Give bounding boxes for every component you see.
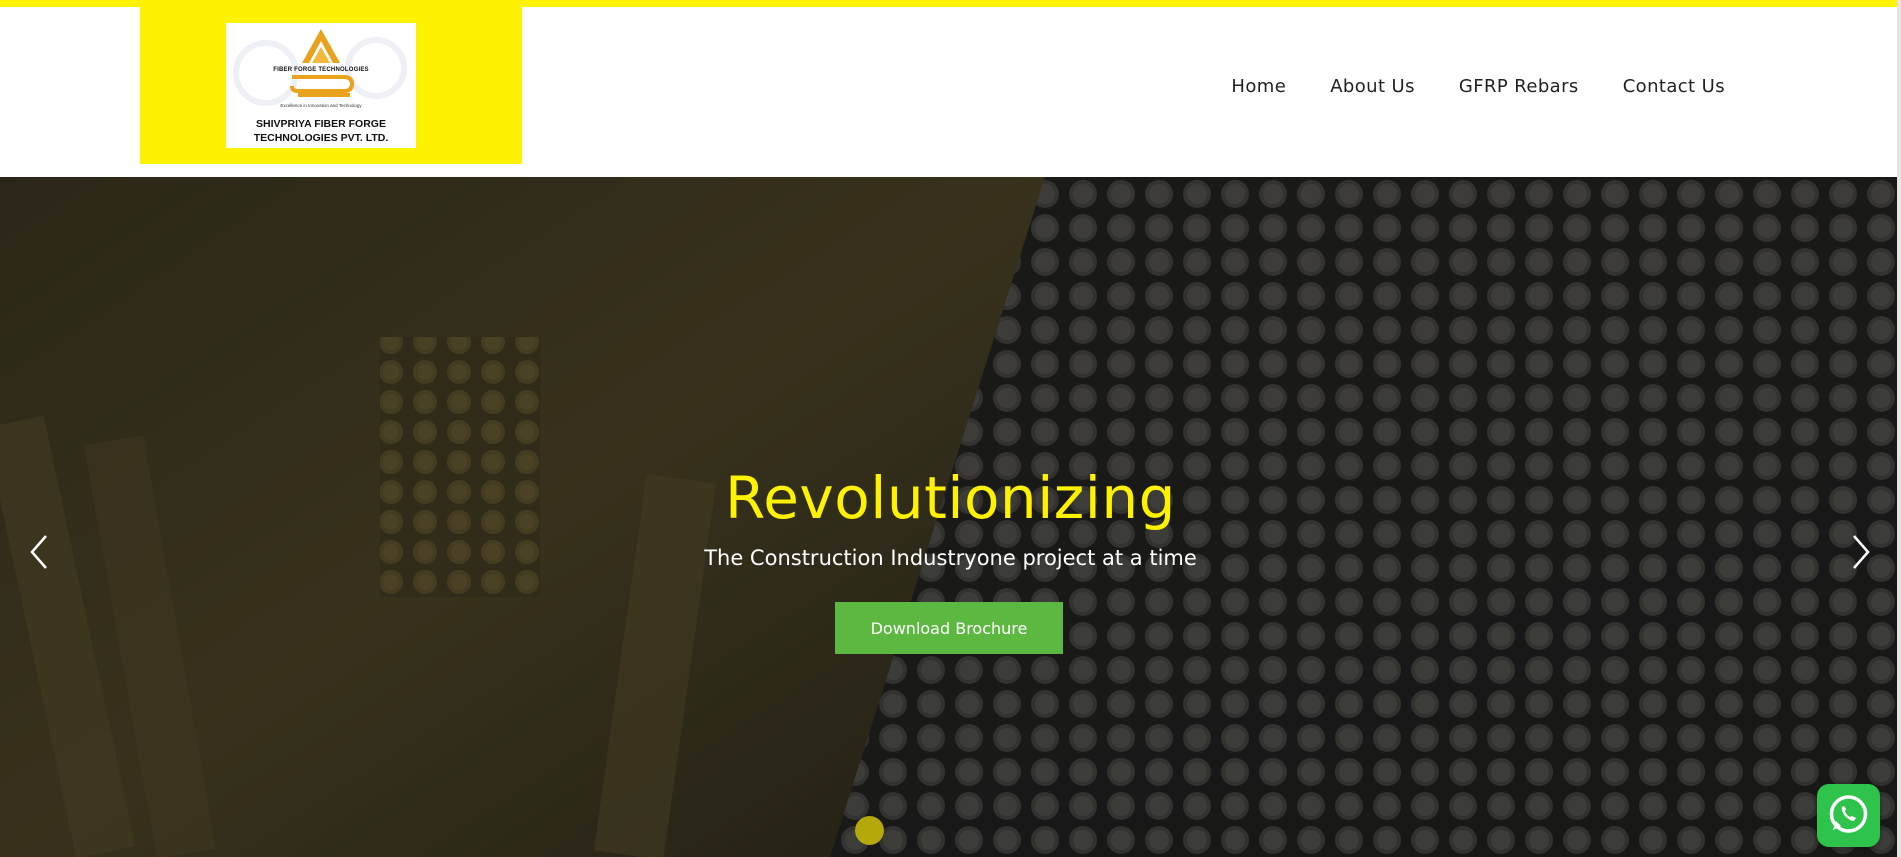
slider-prev-button[interactable]: [24, 532, 54, 572]
slider-next-button[interactable]: [1846, 532, 1876, 572]
top-accent-bar: [0, 0, 1901, 7]
nav-home[interactable]: Home: [1231, 76, 1286, 97]
chevron-left-icon: [30, 535, 47, 569]
hero-title: Revolutionizing: [725, 464, 1176, 532]
whatsapp-button[interactable]: [1817, 784, 1880, 847]
nav-gfrp-rebars[interactable]: GFRP Rebars: [1459, 76, 1579, 97]
nav-contact-us[interactable]: Contact Us: [1623, 76, 1725, 97]
page-scrollbar[interactable]: [1897, 0, 1901, 857]
logo-container[interactable]: FIBER FORGE TECHNOLOGIES Excellence in I…: [140, 7, 522, 164]
logo-company-name: SHIVPRIYA FIBER FORGE TECHNOLOGIES PVT. …: [253, 118, 389, 144]
hero-subtitle: The Construction Industryone project at …: [704, 546, 1197, 570]
logo-tagline-top: FIBER FORGE TECHNOLOGIES: [273, 67, 369, 73]
whatsapp-icon: [1829, 795, 1868, 833]
logo-tagline-small: Excellence in Innovation and Technology: [280, 103, 362, 108]
main-nav: Home About Us GFRP Rebars Contact Us: [1187, 76, 1725, 97]
download-brochure-button[interactable]: Download Brochure: [835, 602, 1063, 654]
hero-slider: Revolutionizing The Construction Industr…: [0, 177, 1901, 857]
company-logo[interactable]: FIBER FORGE TECHNOLOGIES Excellence in I…: [226, 23, 416, 148]
nav-about-us[interactable]: About Us: [1330, 76, 1415, 97]
slider-dot-active[interactable]: [855, 816, 884, 845]
site-header: FIBER FORGE TECHNOLOGIES Excellence in I…: [0, 7, 1901, 177]
chevron-right-icon: [1853, 535, 1870, 569]
